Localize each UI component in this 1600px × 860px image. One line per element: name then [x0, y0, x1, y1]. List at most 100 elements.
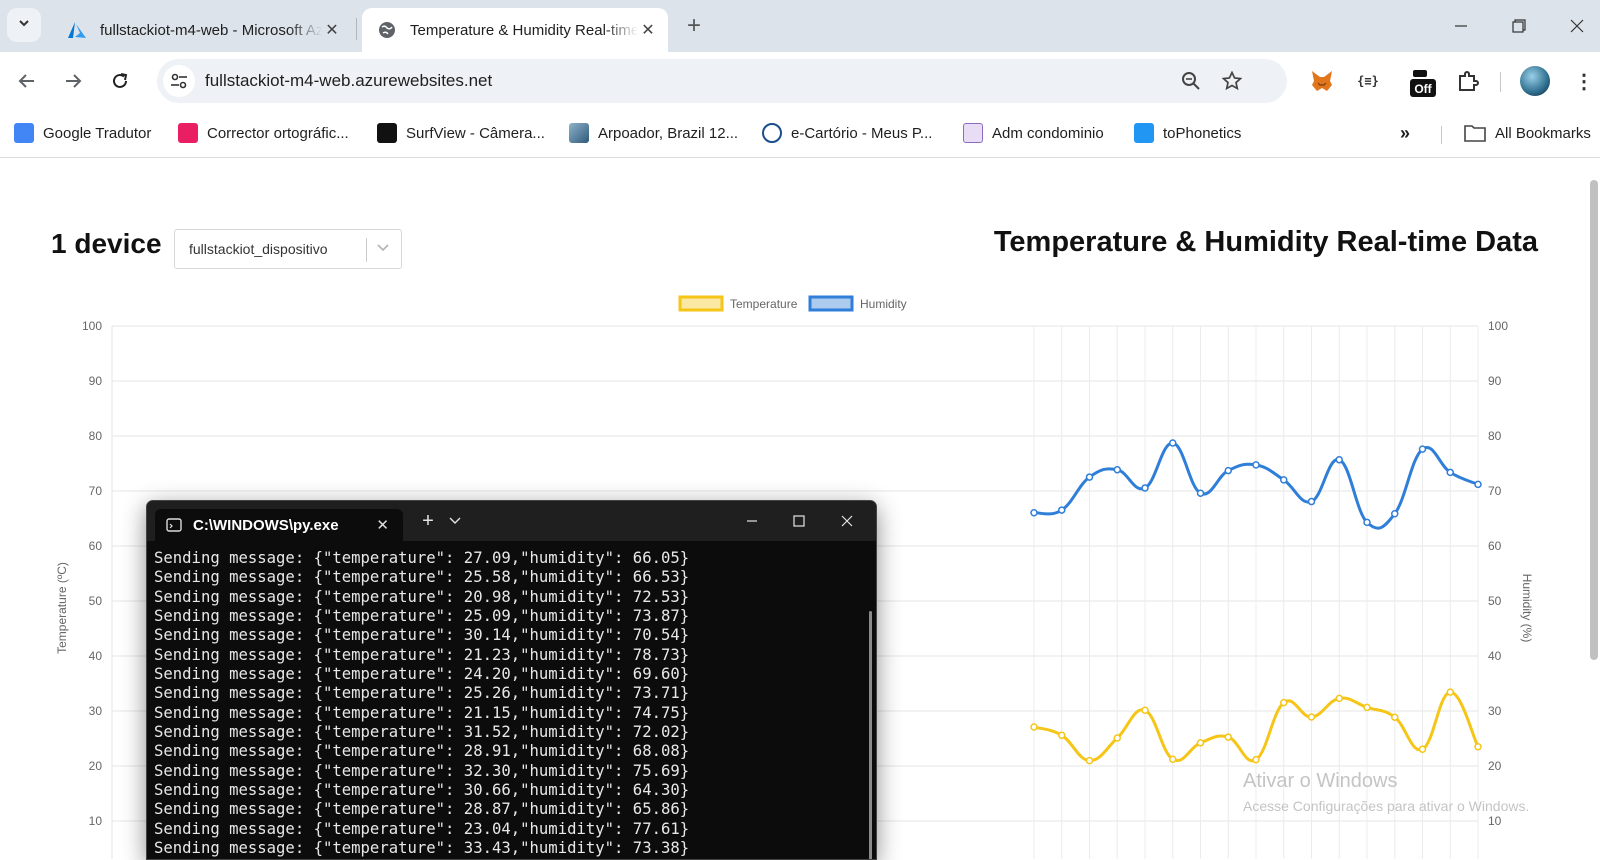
- extension-badge-text: Off: [1414, 82, 1432, 96]
- minimize-window-button[interactable]: [1438, 10, 1484, 42]
- all-bookmarks-label: All Bookmarks: [1495, 124, 1591, 142]
- terminal-title: C:\WINDOWS\py.exe: [193, 516, 339, 534]
- restore-window-button[interactable]: [1496, 10, 1542, 42]
- bookmark-ecartorio[interactable]: e-Cartório - Meus P...: [762, 120, 932, 146]
- bookmark-arpoador[interactable]: Arpoador, Brazil 12...: [569, 120, 738, 146]
- data-point-temperature: [1252, 755, 1260, 764]
- tab-strip: fullstackiot-m4-web - Microsoft Azure ✕ …: [0, 0, 1600, 52]
- close-tab-icon[interactable]: ✕: [376, 516, 389, 534]
- terminal-line: Sending message: {"temperature": 25.58,"…: [154, 568, 690, 587]
- terminal-line: Sending message: {"temperature": 21.23,"…: [154, 645, 690, 664]
- google-translate-icon: [14, 123, 34, 143]
- close-tab-icon[interactable]: ✕: [322, 20, 342, 40]
- new-tab-button[interactable]: +: [680, 12, 708, 40]
- terminal-scrollbar[interactable]: [869, 611, 872, 859]
- terminal-tab[interactable]: C:\WINDOWS\py.exe ✕: [155, 509, 403, 541]
- bookmark-corrector[interactable]: Corrector ortográfic...: [178, 120, 349, 146]
- terminal-minimize-button[interactable]: [737, 509, 767, 533]
- new-terminal-tab-button[interactable]: +: [415, 509, 441, 533]
- extension-toggle-icon[interactable]: Off: [1408, 68, 1438, 100]
- bookmark-label: Arpoador, Brazil 12...: [598, 124, 739, 142]
- data-point-humidity: [1085, 473, 1094, 481]
- y-tick-label-left: 50: [89, 594, 103, 608]
- chevron-down-icon[interactable]: [445, 509, 465, 533]
- close-tab-icon[interactable]: ✕: [638, 20, 658, 40]
- y-axis-title-left: Temperature (ºC): [55, 562, 69, 654]
- terminal-maximize-button[interactable]: [784, 509, 814, 533]
- terminal-line: Sending message: {"temperature": 25.26,"…: [154, 684, 690, 703]
- zoom-icon[interactable]: [1179, 69, 1203, 93]
- arpoador-icon: [569, 123, 589, 143]
- tab-title: fullstackiot-m4-web - Microsoft Azure: [100, 21, 322, 39]
- data-point-temperature: [1141, 706, 1149, 714]
- address-bar[interactable]: fullstackiot-m4-web.azurewebsites.net: [157, 59, 1287, 103]
- bookmark-star-icon[interactable]: [1220, 69, 1244, 93]
- page-scrollbar[interactable]: [1590, 180, 1598, 660]
- data-point-humidity: [1224, 466, 1232, 475]
- tab-title: Temperature & Humidity Real-time Data: [410, 21, 638, 39]
- bookmark-tophonetics[interactable]: toPhonetics: [1134, 120, 1241, 146]
- y-tick-label-left: 10: [89, 814, 103, 828]
- y-tick-label-left: 80: [89, 429, 103, 443]
- terminal-line: Sending message: {"temperature": 25.09,"…: [154, 607, 690, 626]
- tab-divider: [356, 18, 357, 40]
- data-point-temperature: [1224, 733, 1232, 741]
- bookmark-surfview[interactable]: SurfView - Câmera...: [377, 120, 545, 146]
- bookmark-adm-condominio[interactable]: Adm condominio: [963, 120, 1104, 146]
- bookmark-google-translate[interactable]: Google Tradutor: [14, 120, 151, 146]
- data-point-humidity: [1030, 508, 1038, 517]
- site-info-icon[interactable]: [163, 65, 195, 97]
- data-point-temperature: [1307, 713, 1316, 721]
- terminal-line: Sending message: {"temperature": 28.87,"…: [154, 800, 690, 819]
- tab-temperature-humidity[interactable]: Temperature & Humidity Real-time Data ✕: [362, 8, 668, 52]
- data-point-humidity: [1307, 497, 1316, 506]
- data-point-temperature: [1058, 731, 1066, 740]
- data-point-humidity: [1474, 480, 1482, 489]
- globe-icon: [376, 19, 398, 41]
- chrome-menu-icon[interactable]: ⋮: [1570, 67, 1598, 95]
- data-point-temperature: [1113, 734, 1121, 742]
- extensions-puzzle-icon[interactable]: [1454, 67, 1482, 95]
- profile-avatar[interactable]: [1520, 66, 1550, 96]
- y-tick-label-right: 80: [1488, 429, 1502, 443]
- data-point-humidity: [1252, 461, 1260, 469]
- bookmark-label: Google Tradutor: [43, 124, 152, 142]
- data-point-temperature: [1085, 756, 1094, 765]
- terminal-close-button[interactable]: [832, 509, 862, 533]
- y-tick-label-right: 40: [1488, 649, 1502, 663]
- condominio-icon: [963, 123, 983, 143]
- forward-button[interactable]: [57, 65, 89, 97]
- data-point-temperature: [1169, 755, 1177, 763]
- close-window-button[interactable]: [1554, 10, 1600, 42]
- metamask-fox-icon[interactable]: [1308, 67, 1336, 95]
- legend-label: Temperature: [730, 297, 798, 311]
- json-formatter-icon[interactable]: {≡}: [1354, 67, 1382, 95]
- terminal-window[interactable]: C:\WINDOWS\py.exe ✕ + Sending message: {…: [146, 500, 877, 860]
- back-button[interactable]: [11, 65, 43, 97]
- reload-button[interactable]: [104, 65, 136, 97]
- legend-swatch: [678, 295, 724, 312]
- url-text[interactable]: fullstackiot-m4-web.azurewebsites.net: [205, 71, 492, 91]
- azure-logo-icon: [66, 19, 88, 41]
- data-point-humidity: [1335, 455, 1343, 464]
- y-tick-label-right: 20: [1488, 759, 1502, 773]
- tab-azure-portal[interactable]: fullstackiot-m4-web - Microsoft Azure ✕: [52, 8, 352, 52]
- surfview-icon: [377, 123, 397, 143]
- data-point-humidity: [1141, 484, 1149, 492]
- data-point-humidity: [1446, 468, 1454, 477]
- windows-activation-title: Ativar o Windows: [1243, 770, 1398, 792]
- y-tick-label-right: 30: [1488, 704, 1502, 718]
- all-bookmarks-button[interactable]: All Bookmarks: [1464, 120, 1591, 146]
- more-bookmarks-chevron-icon[interactable]: »: [1400, 120, 1410, 146]
- tab-search-button[interactable]: [7, 8, 41, 42]
- terminal-line: Sending message: {"temperature": 32.30,"…: [154, 761, 690, 780]
- terminal-titlebar[interactable]: C:\WINDOWS\py.exe ✕ +: [147, 501, 876, 541]
- y-tick-label-left: 20: [89, 759, 103, 773]
- terminal-line: Sending message: {"temperature": 23.04,"…: [154, 819, 690, 838]
- y-tick-label-right: 50: [1488, 594, 1502, 608]
- ecartorio-icon: [762, 123, 782, 143]
- y-tick-label-right: 60: [1488, 539, 1502, 553]
- browser-toolbar: fullstackiot-m4-web.azurewebsites.net {≡…: [0, 52, 1600, 110]
- data-point-temperature: [1196, 739, 1205, 747]
- terminal-line: Sending message: {"temperature": 20.98,"…: [154, 587, 690, 606]
